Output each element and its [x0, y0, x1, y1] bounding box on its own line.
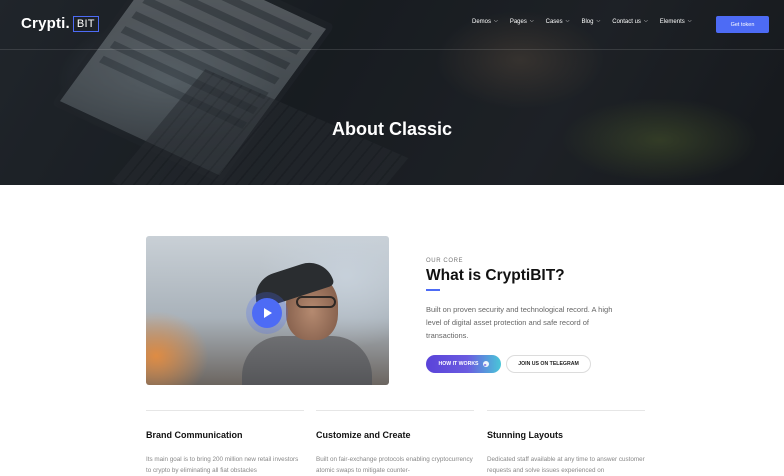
video-thumbnail[interactable]: [146, 236, 389, 385]
chevron-down-icon: ⌵: [565, 18, 570, 24]
arrow-right-icon: ▸: [482, 361, 489, 367]
menu-item-label: Blog: [581, 19, 594, 25]
feature-title: Stunning Layouts: [487, 430, 563, 440]
menu-item-contact[interactable]: Contact us ⌵: [612, 18, 648, 25]
person-body-image: [242, 336, 372, 385]
logo[interactable]: Crypti. BIT: [21, 15, 99, 32]
main-menu: Demos ⌵ Pages ⌵ Cases ⌵ Blog ⌵ Contact u…: [472, 18, 704, 25]
menu-item-blog[interactable]: Blog ⌵: [581, 18, 601, 25]
chevron-down-icon: ⌵: [529, 18, 534, 24]
menu-item-label: Elements: [659, 19, 685, 25]
chevron-down-icon: ⌵: [596, 18, 601, 24]
logo-badge: BIT: [72, 15, 99, 32]
join-telegram-button[interactable]: JOIN US ON TELEGRAM: [506, 355, 591, 373]
menu-item-elements[interactable]: Elements ⌵: [659, 18, 692, 25]
menu-item-label: Contact us: [612, 19, 641, 25]
section-title: What is CryptiBIT?: [426, 267, 565, 284]
title-underline: [426, 289, 440, 291]
chevron-down-icon: ⌵: [494, 18, 498, 24]
get-token-button[interactable]: Get token: [716, 16, 769, 33]
section-description: Built on proven security and technologic…: [426, 305, 613, 340]
divider: [316, 410, 474, 411]
how-it-works-button[interactable]: HOW IT WORKS ▸: [426, 355, 501, 373]
menu-item-label: Pages: [509, 19, 527, 25]
play-button[interactable]: [252, 298, 282, 328]
feature-title: Customize and Create: [316, 430, 411, 440]
play-icon: [264, 308, 272, 318]
section-eyebrow: OUR CORE: [426, 258, 464, 264]
page-title: About Classic: [331, 119, 453, 139]
feature-card: Customize and Create Built on fair-excha…: [316, 410, 474, 476]
menu-item-label: Demos: [472, 19, 492, 25]
top-navigation: Crypti. BIT Demos ⌵ Pages ⌵ Cases ⌵ Blog…: [0, 0, 784, 50]
feature-card: Brand Communication Its main goal is to …: [146, 410, 304, 476]
menu-item-label: Cases: [545, 19, 563, 25]
divider: [487, 410, 645, 411]
menu-item-pages[interactable]: Pages ⌵: [509, 18, 534, 25]
menu-item-demos[interactable]: Demos ⌵: [472, 18, 498, 25]
how-it-works-label: HOW IT WORKS: [438, 361, 479, 367]
feature-title: Brand Communication: [146, 430, 243, 440]
logo-text: Crypti.: [21, 15, 70, 32]
divider: [146, 410, 304, 411]
feature-card: Stunning Layouts Dedicated staff availab…: [487, 410, 645, 476]
menu-item-cases[interactable]: Cases ⌵: [545, 18, 570, 25]
glasses-image: [296, 296, 336, 308]
hero-banner: Crypti. BIT Demos ⌵ Pages ⌵ Cases ⌵ Blog…: [0, 0, 784, 185]
chevron-down-icon: ⌵: [643, 18, 648, 24]
chevron-down-icon: ⌵: [687, 18, 692, 24]
